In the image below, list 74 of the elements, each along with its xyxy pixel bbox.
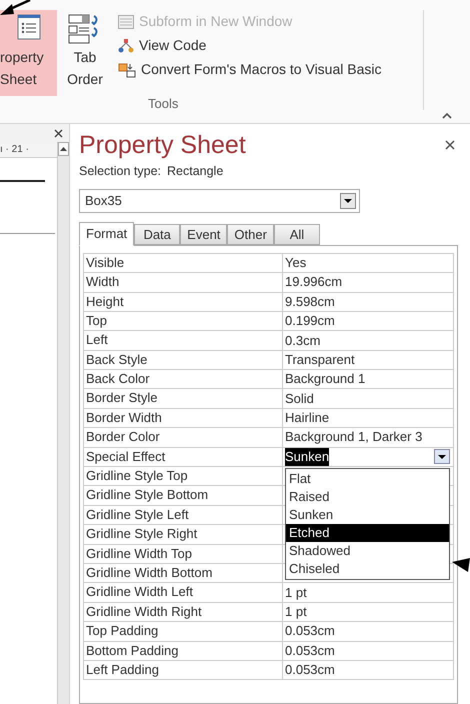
dropdown-arrow-icon	[438, 454, 446, 459]
tab[interactable]: Format	[79, 222, 134, 246]
property-name: Gridline Style Top	[84, 467, 283, 486]
dropdown-option[interactable]: Shadowed	[286, 542, 449, 560]
property-value[interactable]: 9.598cm	[285, 292, 335, 311]
ribbon-button[interactable]: roperty Sheet	[0, 10, 57, 96]
dropdown-option[interactable]: Flat	[286, 470, 449, 488]
ribbon-item[interactable]: View Code	[118, 34, 421, 57]
property-value[interactable]: Sunken	[285, 448, 330, 466]
property-name: Top Padding	[84, 622, 283, 641]
tab[interactable]: Event	[180, 224, 228, 245]
property-name: Gridline Width Top	[84, 544, 283, 563]
property-value[interactable]: 1 pt	[285, 584, 307, 602]
property-value[interactable]: 19.996cm	[285, 273, 342, 292]
collapse-caret-icon[interactable]	[442, 112, 452, 119]
property-name: Bottom Padding	[84, 642, 283, 660]
property-name: Gridline Style Bottom	[84, 486, 283, 505]
pointer-arrow-icon	[452, 558, 470, 572]
property-value[interactable]: 1 pt	[285, 602, 307, 621]
ribbon-button[interactable]: Tab Order	[60, 10, 110, 96]
property-name: Top	[84, 312, 283, 330]
property-value[interactable]: Background 1, Darker 3	[285, 428, 422, 446]
property-name: Height	[84, 292, 283, 311]
dropdown-button[interactable]	[434, 449, 450, 464]
tab[interactable]: Data	[134, 224, 180, 245]
ribbon-item[interactable]: Convert Form's Macros to Visual Basic	[118, 58, 421, 81]
dropdown-option[interactable]: Raised	[286, 488, 449, 506]
property-name: Visible	[84, 254, 283, 272]
up-arrow-icon	[60, 147, 67, 151]
panel-title: Property Sheet	[79, 130, 246, 160]
dropdown-option[interactable]: Sunken	[286, 506, 449, 524]
property-value[interactable]: 0.053cm	[285, 622, 335, 640]
property-name: Back Style	[84, 350, 283, 370]
ruler: ı · 21 ·	[0, 142, 57, 158]
property-value[interactable]: Transparent	[285, 350, 355, 369]
tab[interactable]: All	[274, 224, 320, 245]
property-name: Left	[84, 331, 283, 350]
dropdown-arrow-icon	[344, 198, 352, 203]
list-window-icon	[16, 14, 40, 40]
property-name: Border Color	[84, 428, 283, 447]
group-label: Tools	[148, 95, 180, 113]
property-name: Gridline Style Left	[84, 506, 283, 524]
property-name: Special Effect	[84, 448, 283, 466]
property-value[interactable]: Background 1	[285, 370, 366, 388]
subform-icon	[118, 14, 134, 28]
property-value[interactable]: 0.053cm	[285, 661, 335, 680]
dropdown-option[interactable]: Chiseled	[286, 560, 449, 578]
convert-macro-icon	[118, 62, 136, 78]
selection-type-label: Selection type:	[79, 163, 161, 180]
property-name: Border Style	[84, 389, 283, 408]
property-value[interactable]: 0.053cm	[285, 642, 335, 660]
object-combo-box[interactable]: Box35	[79, 188, 360, 213]
scroll-up-button[interactable]	[58, 142, 69, 156]
property-name: Gridline Width Bottom	[84, 564, 283, 582]
property-value[interactable]: 0.3cm	[285, 332, 320, 350]
property-value[interactable]: 0.199cm	[285, 312, 335, 330]
tab[interactable]: Other	[227, 224, 274, 245]
selection-type-value: Rectangle	[167, 163, 224, 180]
property-name: Width	[84, 273, 283, 292]
dropdown-option[interactable]: Etched	[286, 524, 449, 542]
property-name: Gridline Width Left	[84, 583, 283, 602]
close-icon[interactable]	[54, 128, 63, 138]
property-value[interactable]: Hairline	[285, 409, 330, 428]
property-name: Border Width	[84, 408, 283, 428]
property-name: Back Color	[84, 370, 283, 388]
property-name: Gridline Width Right	[84, 602, 283, 622]
close-icon[interactable]	[445, 140, 455, 150]
property-value[interactable]: Yes	[285, 254, 306, 272]
pointer-arrow-icon	[0, 0, 32, 16]
scroll-thumb[interactable]	[58, 156, 69, 704]
code-nodes-icon	[118, 38, 134, 54]
property-name: Left Padding	[84, 660, 283, 680]
property-name: Gridline Style Right	[84, 525, 283, 544]
property-value[interactable]: Solid	[285, 390, 314, 408]
